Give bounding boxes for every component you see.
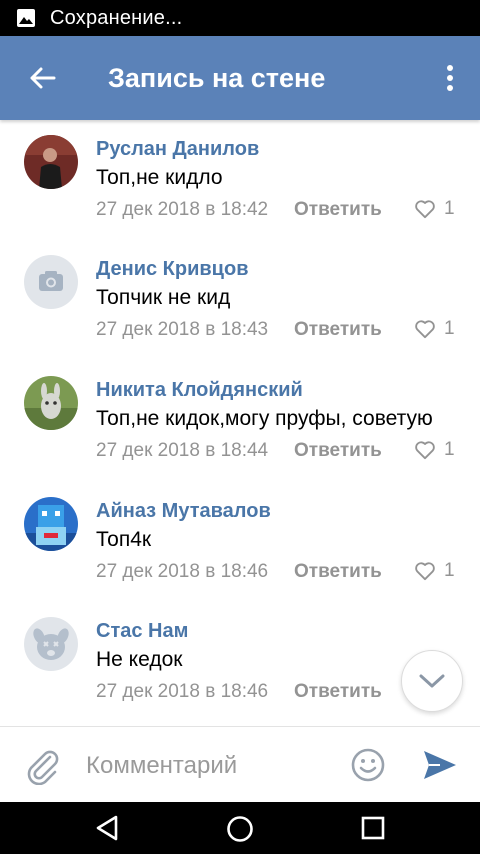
avatar[interactable]: [24, 617, 78, 671]
avatar[interactable]: [24, 255, 78, 309]
comment-input[interactable]: [86, 749, 326, 783]
nav-back-icon[interactable]: [94, 814, 120, 842]
nav-home-icon[interactable]: [226, 815, 254, 843]
like-button[interactable]: 1: [414, 198, 455, 220]
reply-button[interactable]: Ответить: [294, 440, 382, 462]
comment-author[interactable]: Айназ Мутавалов: [96, 500, 271, 523]
attach-button[interactable]: [22, 745, 62, 786]
system-nav-bar: [0, 802, 480, 854]
heart-icon: [415, 200, 435, 219]
app-bar: Запись на стене: [0, 36, 480, 120]
camera-placeholder-avatar: [24, 255, 78, 309]
like-count: 1: [444, 560, 455, 581]
avatar[interactable]: [24, 497, 78, 551]
like-count: 1: [444, 439, 455, 460]
like-count: 1: [444, 198, 455, 219]
comment-text: Топ4к: [96, 528, 152, 551]
more-vertical-icon: [447, 65, 453, 91]
nav-recents-icon[interactable]: [361, 816, 385, 840]
comment-item: Руслан Данилов Топ,не кидло 27 дек 2018 …: [0, 120, 480, 240]
scroll-down-button[interactable]: [401, 650, 463, 712]
comment-author[interactable]: Денис Кривцов: [96, 258, 249, 281]
photo-avatar: [24, 497, 78, 551]
emoji-button[interactable]: [350, 747, 386, 783]
comment-item: Никита Клойдянский Топ,не кидок,могу пру…: [0, 361, 480, 481]
comment-date: 27 дек 2018 в 18:43: [96, 319, 269, 340]
comment-date: 27 дек 2018 в 18:44: [96, 440, 269, 461]
comment-text: Топ,не кидло: [96, 166, 223, 189]
comment-item: Денис Кривцов Топчик не кид 27 дек 2018 …: [0, 240, 480, 360]
back-button[interactable]: [0, 36, 84, 120]
comment-author[interactable]: Руслан Данилов: [96, 138, 259, 161]
comment-composer: [0, 726, 480, 802]
comment-author[interactable]: Стас Нам: [96, 620, 188, 643]
comment-author[interactable]: Никита Клойдянский: [96, 379, 303, 402]
like-button[interactable]: 1: [414, 560, 455, 582]
heart-icon: [415, 562, 435, 581]
like-button[interactable]: 1: [414, 318, 455, 340]
send-icon: [424, 751, 456, 779]
more-options-button[interactable]: [420, 36, 480, 120]
comment-item: Айназ Мутавалов Топ4к 27 дек 2018 в 18:4…: [0, 482, 480, 602]
avatar[interactable]: [24, 376, 78, 430]
like-count: 1: [444, 318, 455, 339]
image-icon: [17, 9, 35, 27]
reply-button[interactable]: Ответить: [294, 199, 382, 221]
photo-avatar: [24, 376, 78, 430]
comment-date: 27 дек 2018 в 18:46: [96, 561, 269, 582]
reply-button[interactable]: Ответить: [294, 561, 382, 583]
paperclip-icon: [27, 750, 59, 786]
heart-icon: [415, 320, 435, 339]
reply-button[interactable]: Ответить: [294, 319, 382, 341]
comments-list: Руслан Данилов Топ,не кидло 27 дек 2018 …: [0, 120, 480, 726]
comment-text: Не кедок: [96, 648, 183, 671]
emoji-icon: [351, 748, 385, 782]
comment-text: Топ,не кидок,могу пруфы, советую: [96, 407, 433, 430]
photo-avatar: [24, 135, 78, 189]
reply-button[interactable]: Ответить: [294, 681, 382, 703]
comment-date: 27 дек 2018 в 18:46: [96, 681, 269, 702]
chevron-down-icon: [419, 674, 445, 688]
status-text: Сохранение...: [50, 6, 183, 29]
back-arrow-icon: [30, 67, 56, 89]
comment-text: Топчик не кид: [96, 286, 231, 309]
page-title: Запись на стене: [108, 62, 326, 93]
status-bar: Сохранение...: [0, 0, 480, 36]
send-button[interactable]: [420, 747, 460, 783]
comment-date: 27 дек 2018 в 18:42: [96, 199, 269, 220]
heart-icon: [415, 441, 435, 460]
deactivated-dog-avatar: [24, 617, 78, 671]
avatar[interactable]: [24, 135, 78, 189]
like-button[interactable]: 1: [414, 439, 455, 461]
